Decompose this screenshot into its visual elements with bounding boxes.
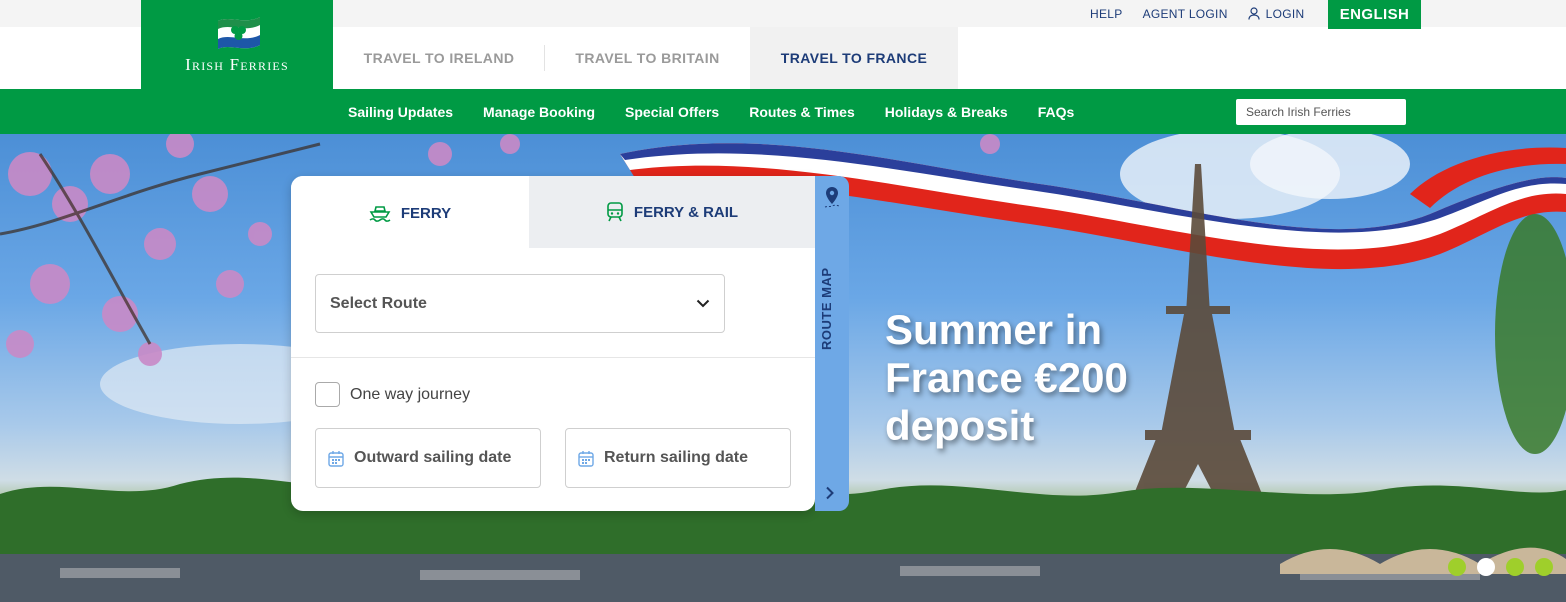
search-input[interactable] [1236,99,1406,125]
nav-holidays-breaks[interactable]: Holidays & Breaks [885,104,1008,120]
checkbox-box[interactable] [315,382,340,407]
nav-faqs[interactable]: FAQs [1038,104,1075,120]
form-divider [291,357,815,358]
tab-travel-to-britain[interactable]: TRAVEL TO BRITAIN [545,27,750,89]
tab-travel-to-france[interactable]: TRAVEL TO FRANCE [750,27,958,89]
tab-travel-to-ireland[interactable]: TRAVEL TO IRELAND [333,27,545,89]
outward-date-label: Outward sailing date [354,449,512,466]
route-select[interactable]: Select Route [315,274,725,333]
ferry-icon [369,206,391,222]
agent-login-link[interactable]: AGENT LOGIN [1143,7,1228,21]
carousel-dots [1448,558,1564,576]
carousel-dot-2[interactable] [1477,558,1495,576]
booking-widget: FERRY FERRY & RAIL Select Route One way … [291,176,815,511]
outward-date-field[interactable]: Outward sailing date [315,428,541,488]
nav-routes-times[interactable]: Routes & Times [749,104,855,120]
carousel-dot-1[interactable] [1448,558,1466,576]
train-icon [607,202,623,222]
logo-text: Irish Ferries [185,55,289,74]
utility-links: HELP AGENT LOGIN LOGIN [1090,0,1325,27]
booking-type-tabs: FERRY FERRY & RAIL [291,176,815,248]
nav-manage-booking[interactable]: Manage Booking [483,104,595,120]
tab-label: TRAVEL TO BRITAIN [575,50,720,66]
tab-ferry[interactable]: FERRY [291,176,529,248]
travel-destination-tabs: TRAVEL TO IRELAND TRAVEL TO BRITAIN TRAV… [333,27,958,89]
tab-ferry-label: FERRY [400,204,452,222]
map-pin-icon [824,187,840,208]
irish-ferries-logo[interactable]: Irish Ferries [141,0,333,89]
login-link[interactable]: LOGIN [1248,7,1305,21]
chevron-down-icon [696,299,710,308]
route-select-value: Select Route [330,294,427,312]
calendar-icon [328,450,344,467]
hero-title: Summer in France €200 deposit [885,306,1128,449]
chevron-right-icon [826,486,834,500]
carousel-dot-4[interactable] [1535,558,1553,576]
nav-sailing-updates[interactable]: Sailing Updates [348,104,453,120]
tab-label: TRAVEL TO IRELAND [363,50,515,66]
page: HELP AGENT LOGIN LOGIN ENGLISH Irish Fer… [0,0,1566,602]
one-way-checkbox[interactable]: One way journey [315,382,470,407]
login-label: LOGIN [1265,6,1305,21]
user-icon [1248,7,1260,20]
return-date-field[interactable]: Return sailing date [565,428,791,488]
one-way-label: One way journey [350,385,471,403]
shamrock-flag-icon [218,17,260,49]
language-button[interactable]: ENGLISH [1328,0,1421,29]
tab-ferry-rail-label: FERRY & RAIL [633,203,739,221]
tab-ferry-and-rail[interactable]: FERRY & RAIL [529,176,815,248]
route-map-tab[interactable]: ROUTE MAP [815,176,849,511]
help-link[interactable]: HELP [1090,7,1123,21]
tab-label: TRAVEL TO FRANCE [780,50,928,66]
return-date-label: Return sailing date [604,449,749,466]
carousel-dot-3[interactable] [1506,558,1524,576]
nav-items: Sailing Updates Manage Booking Special O… [348,89,1104,134]
nav-special-offers[interactable]: Special Offers [625,104,719,120]
calendar-icon [578,450,594,467]
route-map-label: ROUTE MAP [819,267,834,351]
